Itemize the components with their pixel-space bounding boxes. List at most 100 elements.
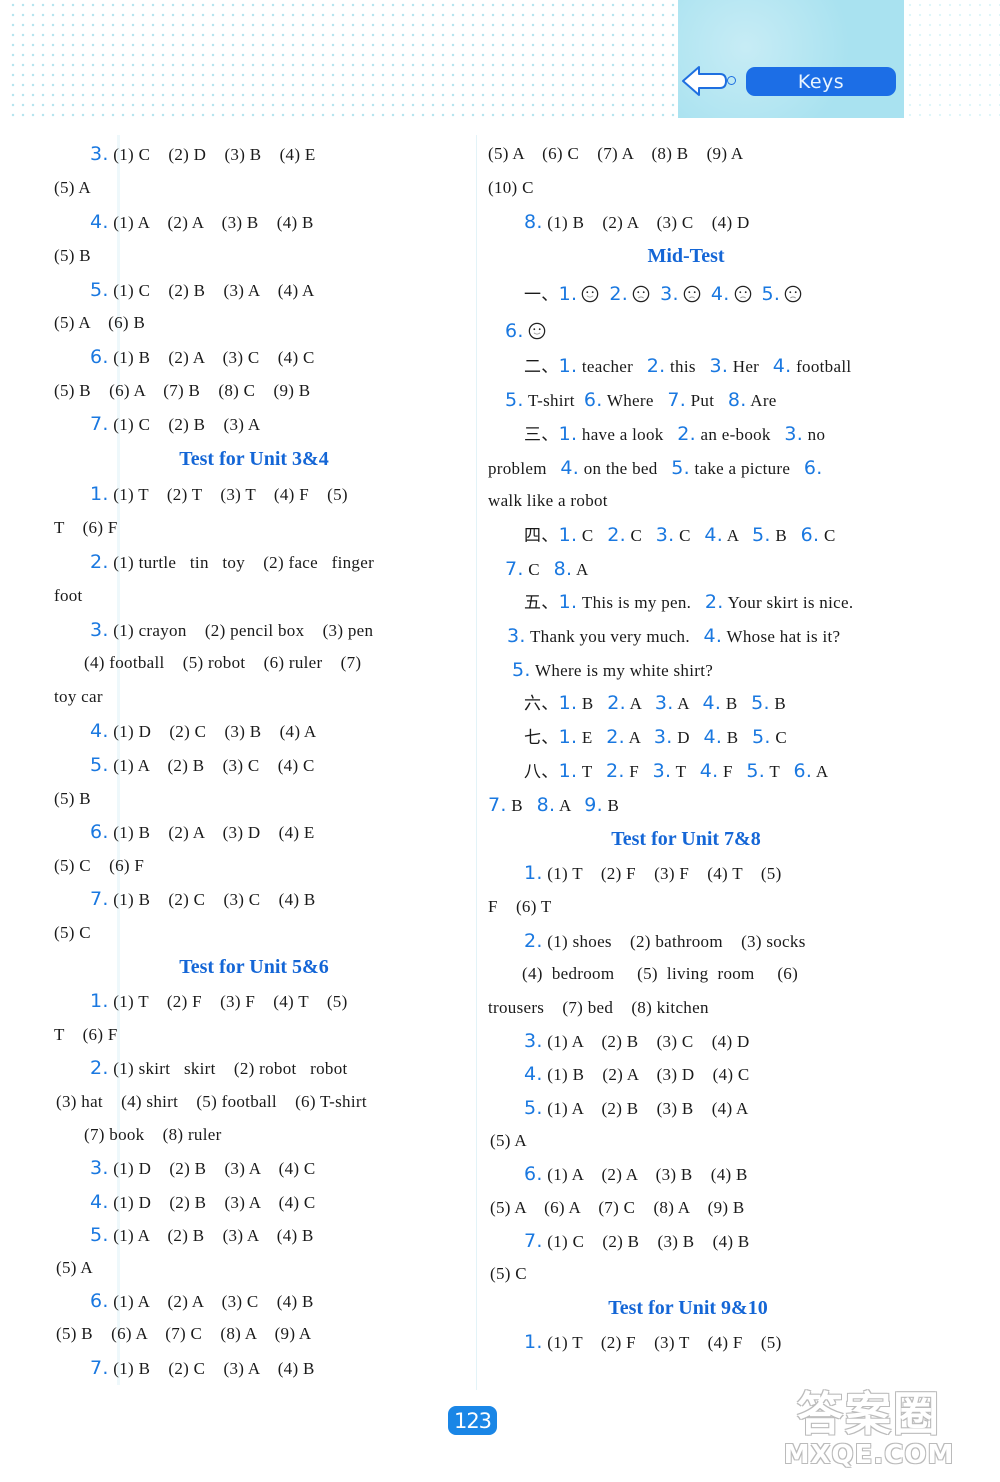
question-number: 2. bbox=[677, 423, 696, 445]
question-number: 5. bbox=[524, 1097, 543, 1119]
answer-line: 7. (1) C (2) B (3) B (4) B bbox=[524, 1231, 750, 1252]
column-divider bbox=[476, 135, 477, 1390]
question-number: 1. bbox=[558, 423, 578, 445]
mid-test-part-1-cont: 6. bbox=[505, 321, 556, 342]
answer-line: F (6) T bbox=[488, 897, 552, 917]
question-number: 6. bbox=[505, 320, 524, 342]
answer-line: (4) football (5) robot (6) ruler (7) bbox=[84, 653, 361, 673]
watermark-bottom: MXQE.COM bbox=[783, 1440, 955, 1470]
question-number: 5. bbox=[90, 279, 109, 301]
section-title-mid-test: Mid-Test bbox=[647, 245, 725, 267]
question-number: 6. bbox=[793, 760, 813, 782]
answer-text: F bbox=[629, 762, 640, 781]
answer-text: (1) A (2) B (3) C (4) C bbox=[113, 756, 315, 775]
answer-line: 2. (1) turtle tin toy (2) face finger bbox=[90, 552, 374, 573]
answer-text: (5) B (6) A (7) C (8) A (9) A bbox=[56, 1324, 312, 1343]
part-label: 五、 bbox=[524, 593, 559, 612]
question-number: 3. bbox=[784, 423, 804, 445]
sad-face-icon bbox=[785, 285, 802, 303]
question-number: 2. bbox=[646, 355, 666, 377]
answer-line: (5) A (6) B bbox=[54, 313, 145, 333]
question-number: 3. bbox=[90, 143, 109, 165]
question-number: 3. bbox=[660, 283, 679, 305]
question-number: 4. bbox=[703, 726, 723, 748]
answer-text: (5) A bbox=[56, 1258, 93, 1277]
question-number: 4. bbox=[772, 355, 792, 377]
part-label: 三、 bbox=[524, 425, 559, 444]
answer-text: trousers (7) bed (8) kitchen bbox=[488, 998, 709, 1017]
question-number: 4. bbox=[524, 1063, 543, 1085]
answer-line: 5. (1) A (2) B (3) A (4) B bbox=[90, 1225, 314, 1246]
answer-line: 3. (1) crayon (2) pencil box (3) pen bbox=[90, 620, 373, 641]
smile-face-icon bbox=[528, 322, 546, 340]
mid-test-part-2: 二、1. teacher 2. this 3. Her 4. football bbox=[524, 356, 851, 377]
section-title-unit-5-6: Test for Unit 5&6 bbox=[179, 956, 329, 978]
answer-text: (5) C bbox=[54, 923, 91, 942]
mid-test-part-4: 四、1. C 2. C 3. C 4. A 5. B 6. C bbox=[524, 525, 836, 546]
answer-line: 1. (1) T (2) T (3) T (4) F (5) bbox=[90, 484, 348, 505]
answer-line: (4) bedroom (5) living room (6) bbox=[522, 964, 798, 984]
answer-text: (1) D (2) C (3) B (4) A bbox=[113, 722, 317, 741]
question-number: 4. bbox=[90, 211, 109, 233]
answer-text: T (6) F bbox=[54, 518, 118, 537]
smile-face-icon bbox=[582, 285, 599, 303]
header-dot-pattern-right bbox=[905, 0, 1000, 118]
answer-line: 3. (1) A (2) B (3) C (4) D bbox=[524, 1031, 750, 1052]
answer-text: (5) B bbox=[54, 246, 91, 265]
question-number: 4. bbox=[704, 524, 724, 546]
answer-line: T (6) F bbox=[54, 518, 118, 538]
answer-text: foot bbox=[54, 586, 83, 605]
answer-line: (5) C bbox=[54, 923, 91, 943]
answer-line: 6. (1) B (2) A (3) C (4) C bbox=[90, 347, 315, 368]
question-number: 2. bbox=[606, 726, 625, 748]
answer-line: T (6) F bbox=[54, 1025, 118, 1045]
question-number: 6. bbox=[800, 524, 820, 546]
mid-test-part-3-cont2: walk like a robot bbox=[488, 491, 608, 511]
answer-text: Thank you very much. bbox=[529, 627, 690, 646]
answer-text: (1) A (2) B (3) C (4) D bbox=[547, 1032, 750, 1051]
answer-line: (5) C bbox=[490, 1264, 527, 1284]
question-number: 1. bbox=[558, 524, 578, 546]
answer-line: 5. (1) C (2) B (3) A (4) A bbox=[90, 280, 315, 301]
mid-test-part-6: 六、1. B 2. A 3. A 4. B 5. B bbox=[524, 693, 786, 714]
answer-text: C bbox=[630, 526, 643, 545]
question-number: 6. bbox=[524, 1163, 543, 1185]
answer-text: A bbox=[628, 728, 641, 747]
answer-line: 4. (1) D (2) C (3) B (4) A bbox=[90, 721, 316, 742]
answer-text: T bbox=[769, 762, 780, 781]
answer-line: toy car bbox=[54, 687, 103, 707]
answer-text: B bbox=[607, 796, 620, 815]
answer-text: C bbox=[679, 526, 691, 545]
answer-text: B bbox=[775, 526, 787, 545]
question-number: 2. bbox=[605, 760, 625, 782]
answer-line: (5) B (6) A (7) B (8) C (9) B bbox=[54, 381, 310, 401]
mid-test-part-5: 五、1. This is my pen. 2. Your skirt is ni… bbox=[524, 592, 853, 613]
answer-text: B bbox=[726, 728, 739, 747]
answer-text: C bbox=[823, 526, 836, 545]
part-label: 二、 bbox=[524, 357, 559, 376]
answer-text: (4) football (5) robot (6) ruler (7) bbox=[84, 653, 362, 672]
mid-test-part-4-cont: 7. C 8. A bbox=[505, 559, 589, 580]
answer-line: 1. (1) T (2) F (3) F (4) T (5) bbox=[524, 863, 782, 884]
keys-badge: Keys bbox=[746, 67, 896, 96]
sad-face-icon bbox=[683, 285, 701, 303]
question-number: 3. bbox=[709, 355, 729, 377]
mid-test-part-2-cont: 5. T-shirt 6. Where 7. Put 8. Are bbox=[505, 390, 777, 411]
answer-line: 4. (1) B (2) A (3) D (4) C bbox=[524, 1064, 750, 1085]
question-number: 1. bbox=[558, 591, 578, 613]
answer-text: (1) B (2) A (3) D (4) E bbox=[113, 823, 315, 842]
answer-text: (5) B bbox=[54, 789, 91, 808]
answer-text: (1) turtle tin toy (2) face finger bbox=[113, 553, 375, 572]
answer-text: (10) C bbox=[488, 178, 534, 197]
question-number: 3. bbox=[653, 726, 673, 748]
answer-line: (5) A bbox=[490, 1131, 527, 1151]
part-label: 七、 bbox=[524, 728, 559, 747]
question-number: 1. bbox=[558, 726, 578, 748]
answer-text: (5) A (6) A (7) C (8) A (9) B bbox=[490, 1198, 745, 1217]
answer-text: F (6) T bbox=[488, 897, 552, 916]
question-number: 7. bbox=[90, 888, 109, 910]
question-number: 1. bbox=[524, 1331, 543, 1353]
answer-line: (5) A (6) A (7) C (8) A (9) B bbox=[490, 1198, 745, 1218]
answer-text: (4) bedroom (5) living room (6) bbox=[522, 964, 799, 983]
answer-line: trousers (7) bed (8) kitchen bbox=[488, 998, 709, 1018]
